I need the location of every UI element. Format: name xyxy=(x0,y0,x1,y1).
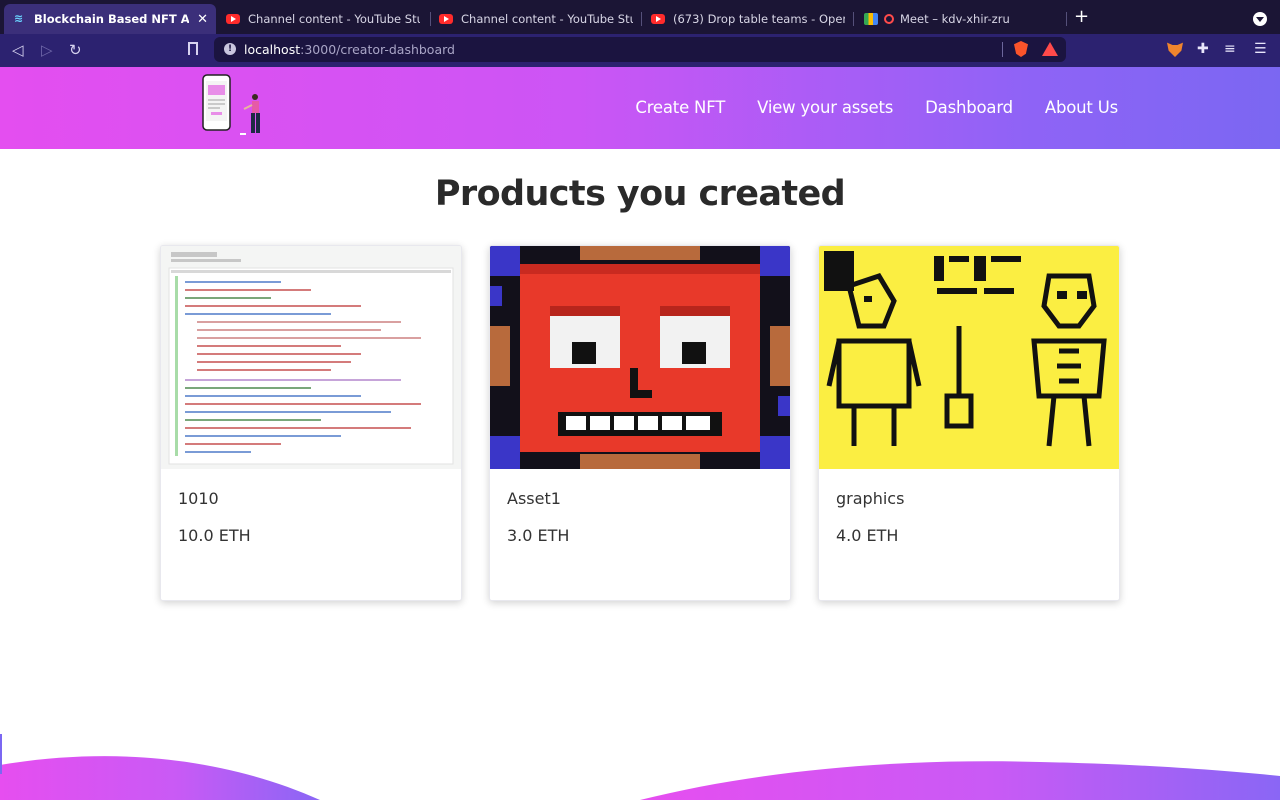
product-card[interactable]: graphics 4.0 ETH xyxy=(818,245,1120,601)
product-card[interactable]: 1010 10.0 ETH xyxy=(160,245,462,601)
nav-about-us[interactable]: About Us xyxy=(1045,98,1118,117)
tab-nft-app[interactable]: ≋ Blockchain Based NFT Applicat ✕ xyxy=(4,4,216,34)
recording-icon xyxy=(884,14,894,24)
product-name: 1010 xyxy=(178,489,219,508)
bookmark-icon[interactable] xyxy=(188,42,198,55)
nft-app-favicon-icon: ≋ xyxy=(14,12,24,25)
address-bar[interactable]: ! localhost:3000/creator-dashboard xyxy=(214,37,1066,62)
youtube-favicon-icon xyxy=(651,14,665,24)
youtube-favicon-icon xyxy=(226,14,240,24)
tab-youtube-studio-2[interactable]: Channel content - YouTube Studio xyxy=(429,4,641,34)
product-name: Asset1 xyxy=(507,489,561,508)
forward-icon[interactable]: ▷ xyxy=(41,41,53,59)
product-image-pixel-characters[interactable] xyxy=(819,246,1119,469)
tab-title: Blockchain Based NFT Applicat xyxy=(34,12,190,26)
tab-divider xyxy=(1066,12,1067,26)
tab-meet[interactable]: Meet – kdv-xhir-zru xyxy=(854,4,1066,34)
product-price: 3.0 ETH xyxy=(507,526,570,545)
product-image-code-screenshot[interactable] xyxy=(161,246,461,469)
extensions-puzzle-icon[interactable]: ✚ xyxy=(1197,41,1209,57)
tab-search-icon[interactable] xyxy=(1253,12,1267,26)
main-nav: Create NFT View your assets Dashboard Ab… xyxy=(635,98,1118,117)
url-text[interactable]: localhost:3000/creator-dashboard xyxy=(244,42,455,57)
site-info-icon[interactable]: ! xyxy=(224,43,236,55)
tab-youtube-studio-1[interactable]: Channel content - YouTube Studio xyxy=(216,4,428,34)
nav-dashboard[interactable]: Dashboard xyxy=(925,98,1013,117)
browser-tab-bar: ≋ Blockchain Based NFT Applicat ✕ Channe… xyxy=(0,0,1280,34)
nav-view-assets[interactable]: View your assets xyxy=(757,98,893,117)
product-card[interactable]: Asset1 3.0 ETH xyxy=(489,245,791,601)
phone-person-logo-icon[interactable] xyxy=(200,73,270,139)
product-name: graphics xyxy=(836,489,905,508)
url-host: localhost xyxy=(244,42,301,57)
back-icon[interactable]: ◁ xyxy=(12,41,24,59)
brave-shields-icon[interactable] xyxy=(1014,41,1028,57)
tab-title: (673) Drop table teams - Open Stor xyxy=(673,12,845,26)
brave-rewards-icon[interactable] xyxy=(1042,42,1058,56)
nav-create-nft[interactable]: Create NFT xyxy=(635,98,725,117)
new-tab-icon[interactable]: + xyxy=(1074,8,1089,26)
url-divider xyxy=(1002,42,1003,57)
tab-title: Meet – kdv-xhir-zru xyxy=(900,12,1010,26)
tab-youtube-drop-table[interactable]: (673) Drop table teams - Open Stor xyxy=(641,4,853,34)
youtube-favicon-icon xyxy=(439,14,453,24)
tab-title: Channel content - YouTube Studio xyxy=(248,12,420,26)
browser-menu-icon[interactable]: ☰ xyxy=(1254,41,1267,57)
tab-title: Channel content - YouTube Studio xyxy=(461,12,633,26)
product-price: 10.0 ETH xyxy=(178,526,251,545)
footer-wave xyxy=(0,734,1280,800)
product-price: 4.0 ETH xyxy=(836,526,899,545)
reload-icon[interactable]: ↻ xyxy=(69,41,82,59)
url-path: :3000/creator-dashboard xyxy=(300,42,455,57)
close-icon[interactable]: ✕ xyxy=(197,12,208,27)
product-image-red-robot-face[interactable] xyxy=(490,246,790,469)
media-controls-icon[interactable]: ≡ xyxy=(1224,41,1236,57)
site-header: Create NFT View your assets Dashboard Ab… xyxy=(0,67,1280,149)
meet-favicon-icon xyxy=(864,13,878,25)
page-title: Products you created xyxy=(434,174,846,214)
